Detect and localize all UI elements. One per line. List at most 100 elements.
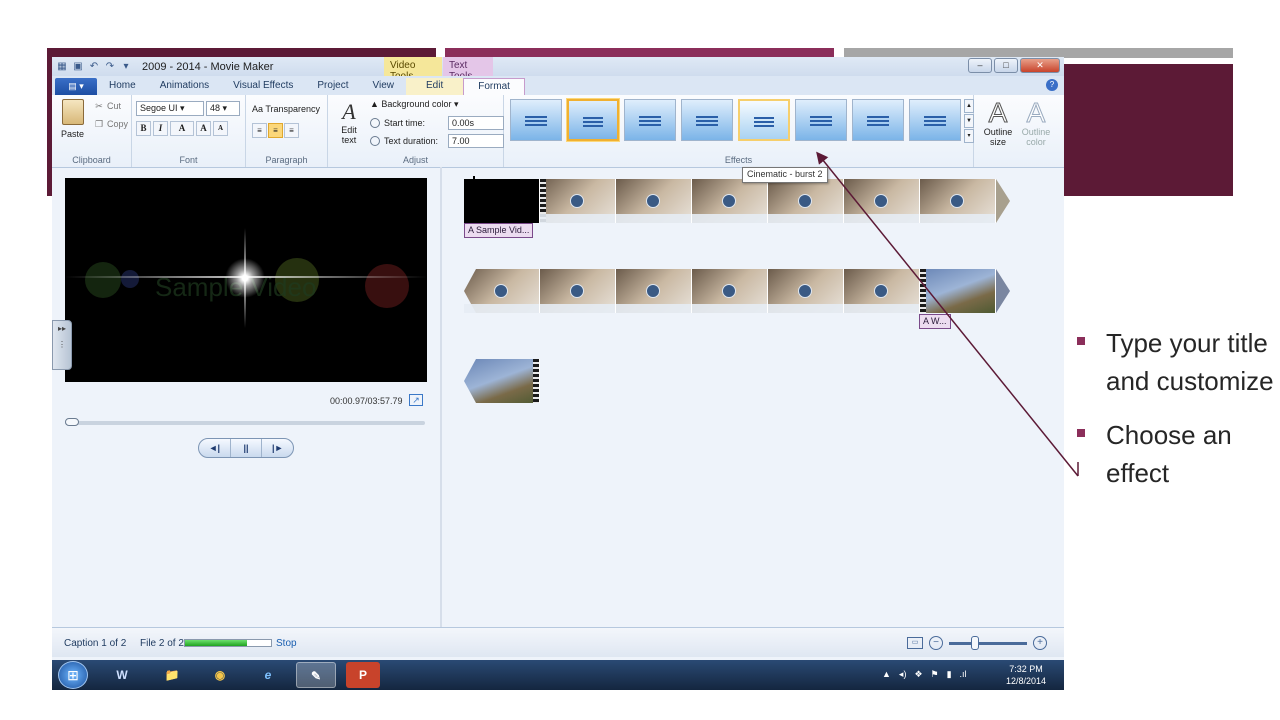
video-clip-frame[interactable]: [844, 179, 920, 223]
text-duration-select[interactable]: 7.00: [448, 134, 504, 148]
title-clip-frame[interactable]: [464, 179, 540, 223]
word-taskbar-button[interactable]: W: [102, 662, 142, 688]
edit-text-button[interactable]: A Edit text: [334, 99, 364, 145]
undo-icon[interactable]: ↶: [88, 61, 100, 73]
show-hidden-icons-icon[interactable]: ▲: [882, 669, 891, 680]
tab-format[interactable]: Format: [463, 78, 525, 95]
shrink-font-button[interactable]: A: [213, 121, 228, 136]
gallery-down-button[interactable]: ▼: [964, 114, 974, 128]
video-preview[interactable]: Sample Video: [65, 178, 427, 382]
video-clip-frame[interactable]: [464, 359, 540, 403]
seek-knob[interactable]: [65, 418, 79, 426]
ie-taskbar-button[interactable]: e: [248, 662, 288, 688]
powerpoint-taskbar-button[interactable]: P: [346, 662, 380, 688]
battery-icon[interactable]: ▮: [947, 669, 952, 680]
redo-icon[interactable]: ↷: [104, 61, 116, 73]
caption-tag-2[interactable]: A W...: [919, 314, 951, 329]
bold-button[interactable]: B: [136, 121, 151, 136]
customize-qat-icon[interactable]: ▾: [120, 61, 132, 73]
effect-thumbnail[interactable]: [795, 99, 847, 141]
action-center-flag-icon[interactable]: ⚑: [931, 669, 939, 680]
grow-font-button[interactable]: A: [196, 121, 211, 136]
cut-button[interactable]: ✂ Cut: [94, 101, 121, 111]
background-color-button[interactable]: ▲ Background color ▾: [370, 99, 459, 110]
video-clip-frame[interactable]: [844, 269, 920, 313]
movie-maker-taskbar-button[interactable]: ✎: [296, 662, 336, 688]
effect-thumbnail[interactable]: [624, 99, 676, 141]
copy-button[interactable]: ❐ Copy: [94, 119, 128, 129]
previous-frame-button[interactable]: ◄|: [199, 439, 231, 457]
maximize-button[interactable]: □: [994, 58, 1018, 73]
tab-edit[interactable]: Edit: [406, 78, 464, 95]
thumbnail-size-icon[interactable]: ▭: [907, 637, 923, 649]
close-button[interactable]: ✕: [1020, 58, 1060, 73]
fullscreen-icon[interactable]: ↗: [409, 394, 423, 406]
minimize-button[interactable]: –: [968, 58, 992, 73]
playhead[interactable]: [473, 176, 475, 226]
video-clip-frame[interactable]: [540, 179, 616, 223]
effect-thumbnail[interactable]: [909, 99, 961, 141]
volume-icon[interactable]: ◂): [899, 669, 907, 680]
help-icon[interactable]: ?: [1046, 79, 1058, 91]
video-clip-frame[interactable]: [692, 269, 768, 313]
tab-home[interactable]: Home: [97, 78, 148, 95]
signal-icon[interactable]: .ıl: [960, 669, 967, 680]
effect-preview-line: [924, 124, 946, 126]
zoom-in-icon[interactable]: +: [1033, 636, 1047, 650]
video-clip-frame[interactable]: [920, 269, 996, 313]
video-clip-frame[interactable]: [540, 269, 616, 313]
explorer-taskbar-button[interactable]: 📁: [152, 662, 192, 688]
pane-splitter[interactable]: [440, 167, 442, 627]
paste-button[interactable]: Paste: [61, 129, 84, 139]
video-clip-frame[interactable]: [616, 179, 692, 223]
stop-link[interactable]: Stop: [276, 638, 297, 649]
video-clip-frame[interactable]: [768, 269, 844, 313]
font-size-select[interactable]: 48 ▾: [206, 101, 240, 116]
font-color-button[interactable]: A: [170, 121, 194, 136]
start-time-input[interactable]: 0.00s: [448, 116, 504, 130]
video-clip-frame[interactable]: [692, 179, 768, 223]
effect-thumbnail[interactable]: [567, 99, 619, 141]
effect-thumbnail[interactable]: [510, 99, 562, 141]
dropbox-icon[interactable]: ❖: [914, 669, 922, 680]
zoom-slider-knob[interactable]: [971, 635, 979, 650]
effect-thumbnail[interactable]: [681, 99, 733, 141]
video-clip-frame[interactable]: [464, 269, 540, 313]
tab-view[interactable]: View: [361, 78, 407, 95]
system-clock[interactable]: 7:32 PM 12/8/2014: [998, 663, 1054, 687]
caption-band: [844, 214, 919, 223]
effect-thumbnail[interactable]: [852, 99, 904, 141]
align-center-button[interactable]: ≡: [268, 123, 283, 138]
align-right-button[interactable]: ≡: [284, 123, 299, 138]
video-clip-frame[interactable]: [616, 269, 692, 313]
gallery-up-button[interactable]: ▲: [964, 99, 974, 113]
file-menu-button[interactable]: ▤ ▾: [55, 78, 97, 95]
next-frame-button[interactable]: |►: [262, 439, 293, 457]
save-icon[interactable]: ▣: [72, 61, 84, 73]
font-family-select[interactable]: Segoe UI ▾: [136, 101, 204, 116]
preview-resize-handle[interactable]: ▸▸ ⋮: [52, 320, 72, 370]
zoom-out-icon[interactable]: −: [929, 636, 943, 650]
zoom-slider[interactable]: [949, 635, 1027, 650]
chrome-taskbar-button[interactable]: ◉: [200, 662, 240, 688]
bullet-square-icon: [1077, 337, 1085, 345]
outline-size-button[interactable]: A Outline size: [980, 98, 1016, 147]
italic-button[interactable]: I: [153, 121, 168, 136]
align-left-button[interactable]: ≡: [252, 123, 267, 138]
caption-tag-1[interactable]: A Sample Vid...: [464, 223, 534, 238]
gallery-more-button[interactable]: ▾: [964, 129, 974, 143]
video-clip-frame[interactable]: [920, 179, 996, 223]
tab-animations[interactable]: Animations: [148, 78, 221, 95]
paste-icon[interactable]: [62, 99, 84, 125]
start-button[interactable]: ⊞: [58, 661, 88, 689]
pause-button[interactable]: ||: [231, 439, 263, 457]
effects-gallery-scroll: ▲ ▼ ▾: [964, 99, 974, 143]
transparency-button[interactable]: Aa Transparency: [252, 104, 320, 114]
effect-thumbnail[interactable]: [738, 99, 790, 141]
tab-visual-effects[interactable]: Visual Effects: [221, 78, 305, 95]
app-icon[interactable]: ▦: [56, 61, 68, 73]
outline-color-button[interactable]: A Outline color: [1018, 98, 1054, 147]
tab-project[interactable]: Project: [305, 78, 360, 95]
seek-bar[interactable]: [65, 418, 425, 426]
video-clip-frame[interactable]: [768, 179, 844, 223]
